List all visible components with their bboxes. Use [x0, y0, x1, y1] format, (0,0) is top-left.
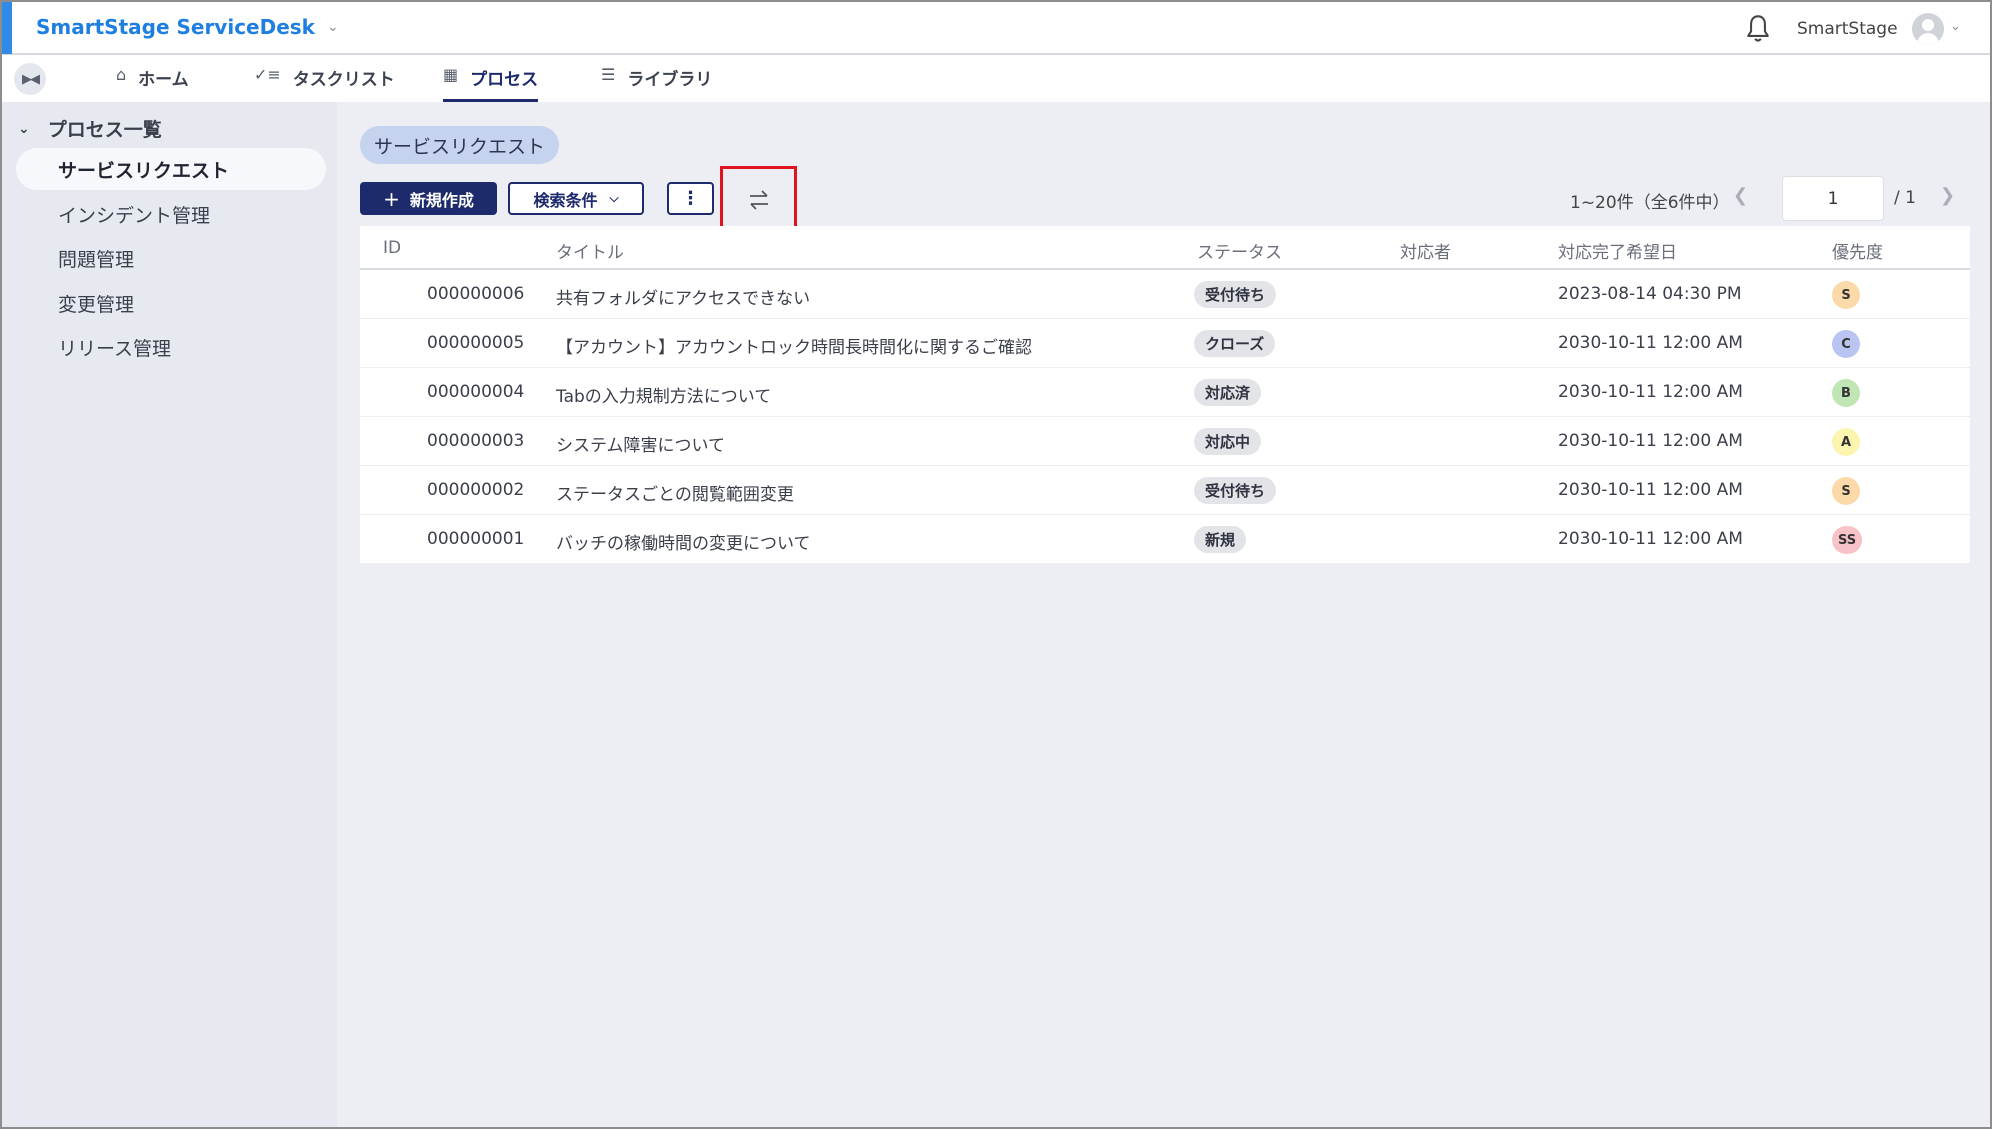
cell-title[interactable]: ステータスごとの閲覧範囲変更 [556, 480, 794, 505]
status-badge: 受付待ち [1194, 281, 1277, 308]
building-icon: ▦ [443, 65, 459, 84]
chevron-right-icon[interactable]: ❯ [1940, 185, 1955, 206]
new-create-label: 新規作成 [409, 190, 474, 210]
priority-badge: B [1832, 379, 1860, 407]
tab-library[interactable]: ☰ ライブラリ [601, 65, 712, 102]
chevron-left-icon[interactable]: ❮ [1733, 185, 1748, 206]
plus-icon: + [383, 186, 400, 211]
table-row[interactable]: 000000002 ステータスごとの閲覧範囲変更 受付待ち 2030-10-11 12… [360, 466, 1970, 515]
cell-title[interactable]: システム障害について [556, 431, 725, 456]
header-accent-bar [2, 2, 12, 54]
tab-label: プロセス [470, 70, 539, 90]
app-switcher[interactable]: SmartStage ServiceDesk ⌄ [36, 15, 339, 39]
main-content: サービスリクエスト + 新規作成 検索条件 ⌵ ⋮ 1~20件（全6件中） ❮ … [337, 102, 1990, 1127]
chevron-down-icon: ⌄ [18, 120, 30, 137]
table-row[interactable]: 000000003 システム障害について 対応中 2030-10-11 12:00 A… [360, 417, 1970, 466]
sidebar-item-release[interactable]: リリース管理 [16, 326, 326, 368]
nav-bar: ▶◀ ⌂ ホーム ✓≡ タスクリスト ▦ プロセス ☰ ライブラリ [2, 55, 1990, 102]
cell-title[interactable]: 共有フォルダにアクセスできない [556, 284, 810, 309]
tab-label: ホーム [138, 70, 189, 90]
table-row[interactable]: 000000001 バッチの稼働時間の変更について 新規 2030-10-11 12:… [360, 515, 1970, 564]
tab-label: ライブラリ [627, 70, 713, 90]
sidebar-item-service-request[interactable]: サービスリクエスト [16, 148, 326, 190]
tab-label: タスクリスト [292, 70, 395, 90]
app-frame: SmartStage ServiceDesk ⌄ SmartStage ⌄ ▶◀… [0, 0, 1992, 1129]
page-total: / 1 [1894, 188, 1916, 208]
cell-id[interactable]: 000000006 [427, 284, 524, 304]
column-header-due-date[interactable]: 対応完了希望日 [1558, 238, 1677, 263]
page-number-input[interactable] [1782, 176, 1884, 221]
cell-due-date: 2030-10-11 12:00 AM [1558, 431, 1743, 451]
sidebar-group-label: プロセス一覧 [47, 119, 162, 141]
new-create-button[interactable]: + 新規作成 [360, 182, 497, 215]
sidebar-item-problem[interactable]: 問題管理 [16, 237, 326, 279]
column-header-status[interactable]: ステータス [1197, 238, 1282, 263]
sidebar-item-incident[interactable]: インシデント管理 [16, 193, 326, 235]
table-row[interactable]: 000000006 共有フォルダにアクセスできない 受付待ち 2023-08-14 0… [360, 270, 1970, 319]
search-conditions-button[interactable]: 検索条件 ⌵ [508, 182, 644, 215]
cell-due-date: 2023-08-14 04:30 PM [1558, 284, 1742, 304]
sidebar-item-label: 変更管理 [58, 293, 135, 316]
user-name[interactable]: SmartStage [1797, 19, 1898, 39]
sidebar-item-label: インシデント管理 [58, 204, 211, 227]
cell-due-date: 2030-10-11 12:00 AM [1558, 480, 1743, 500]
status-badge: 新規 [1194, 526, 1247, 553]
swap-arrows-icon [749, 190, 768, 210]
sidebar-item-label: リリース管理 [58, 337, 172, 360]
table-row[interactable]: 000000004 Tabの入力規制方法について 対応済 2030-10-11 12:… [360, 368, 1970, 417]
cell-title[interactable]: Tabの入力規制方法について [556, 382, 771, 407]
chevron-down-icon[interactable]: ⌄ [1950, 19, 1961, 34]
sidebar-collapse-icon[interactable]: ▶◀ [14, 63, 46, 95]
cell-title[interactable]: 【アカウント】アカウントロック時間長時間化に関するご確認 [556, 333, 1032, 358]
checklist-icon: ✓≡ [254, 65, 281, 84]
sidebar-item-label: 問題管理 [58, 248, 135, 271]
status-badge: クローズ [1194, 330, 1276, 357]
column-header-priority[interactable]: 優先度 [1832, 238, 1883, 263]
sidebar-item-label: サービスリクエスト [58, 159, 230, 182]
notification-bell-icon[interactable] [1744, 14, 1772, 44]
cell-title[interactable]: バッチの稼働時間の変更について [556, 529, 811, 554]
cell-id[interactable]: 000000001 [427, 529, 524, 549]
column-header-assignee[interactable]: 対応者 [1400, 238, 1451, 263]
tab-process[interactable]: ▦ プロセス [443, 65, 539, 102]
search-conditions-label: 検索条件 [533, 190, 598, 210]
sidebar-group-process-list[interactable]: ⌄ プロセス一覧 [18, 115, 162, 142]
top-header: SmartStage ServiceDesk ⌄ SmartStage ⌄ [2, 2, 1990, 55]
chevron-down-icon: ⌵ [609, 191, 619, 205]
process-chip: サービスリクエスト [360, 126, 560, 164]
cell-id[interactable]: 000000005 [427, 333, 524, 353]
cell-id[interactable]: 000000004 [427, 382, 524, 402]
cell-due-date: 2030-10-11 12:00 AM [1558, 382, 1743, 402]
priority-badge: C [1832, 330, 1860, 358]
table-header: ID タイトル ステータス 対応者 対応完了希望日 優先度 [360, 226, 1970, 270]
cell-id[interactable]: 000000003 [427, 431, 524, 451]
tab-tasklist[interactable]: ✓≡ タスクリスト [254, 65, 395, 102]
sidebar-item-change[interactable]: 変更管理 [16, 282, 326, 324]
more-options-button[interactable]: ⋮ [667, 182, 714, 215]
priority-badge: SS [1832, 526, 1863, 554]
user-avatar[interactable] [1912, 13, 1944, 45]
list-icon: ☰ [601, 65, 616, 84]
status-badge: 対応中 [1194, 428, 1262, 455]
table-row[interactable]: 000000005 【アカウント】アカウントロック時間長時間化に関するご確認 クロー… [360, 319, 1970, 368]
app-title: SmartStage ServiceDesk [36, 15, 315, 39]
request-table: ID タイトル ステータス 対応者 対応完了希望日 優先度 000000006 共… [360, 226, 1970, 564]
status-badge: 受付待ち [1194, 477, 1277, 504]
cell-id[interactable]: 000000002 [427, 480, 524, 500]
more-vertical-icon: ⋮ [681, 188, 700, 209]
priority-badge: S [1832, 477, 1860, 505]
paging-range: 1~20件（全6件中） [1570, 193, 1730, 213]
column-header-title[interactable]: タイトル [556, 238, 624, 263]
status-badge: 対応済 [1194, 379, 1262, 406]
home-icon: ⌂ [116, 65, 127, 84]
priority-badge: S [1832, 281, 1860, 309]
cell-due-date: 2030-10-11 12:00 AM [1558, 529, 1743, 549]
chevron-down-icon: ⌄ [326, 19, 339, 35]
tab-home[interactable]: ⌂ ホーム [116, 65, 189, 102]
sidebar: ⌄ プロセス一覧 サービスリクエスト インシデント管理 問題管理 変更管理 リリ… [2, 102, 337, 1127]
priority-badge: A [1832, 428, 1860, 456]
column-header-id[interactable]: ID [383, 238, 401, 258]
cell-due-date: 2030-10-11 12:00 AM [1558, 333, 1743, 353]
swap-view-button[interactable] [720, 166, 797, 234]
